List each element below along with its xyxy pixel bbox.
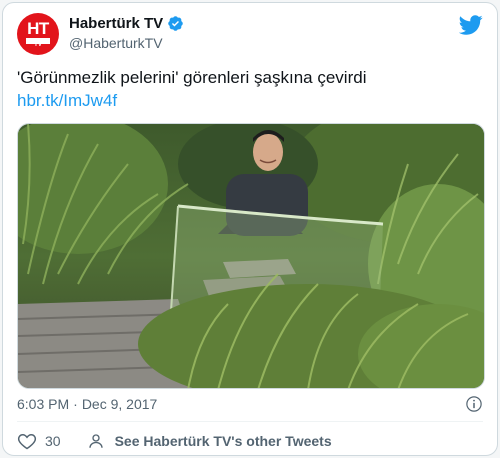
like-button[interactable]: 30	[17, 431, 61, 451]
media-photo	[18, 124, 484, 388]
tweet-date: Dec 9, 2017	[81, 396, 158, 412]
twitter-bird-icon[interactable]	[459, 13, 483, 37]
see-other-tweets-link[interactable]: See Habertürk TV's other Tweets	[87, 432, 332, 450]
tweet-media-image[interactable]	[17, 123, 485, 389]
verified-badge-icon	[168, 16, 183, 31]
person-icon	[88, 434, 103, 448]
avatar[interactable]: HT TV	[17, 13, 59, 55]
tweet-card: HT TV Habertürk TV @HaberturkTV 'Görünme…	[2, 2, 498, 456]
heart-icon	[17, 433, 37, 450]
divider	[17, 421, 483, 422]
tweet-header: HT TV Habertürk TV @HaberturkTV	[17, 13, 483, 57]
info-icon[interactable]	[465, 395, 483, 413]
tweet-actions: 30 See Habertürk TV's other Tweets	[17, 431, 332, 451]
tweet-link[interactable]: hbr.tk/ImJw4f	[17, 91, 117, 111]
tweet-timestamp[interactable]: 6:03 PM · Dec 9, 2017	[17, 396, 157, 412]
like-count: 30	[45, 433, 61, 449]
author-handle[interactable]: @HaberturkTV	[69, 35, 163, 51]
timestamp-separator: ·	[73, 396, 78, 412]
avatar-logo-text: HT	[27, 19, 49, 38]
author-display-name[interactable]: Habertürk TV	[69, 15, 163, 32]
avatar-logo-subtext: TV	[34, 42, 42, 48]
author-name-row[interactable]: Habertürk TV	[69, 15, 184, 32]
tweet-time: 6:03 PM	[17, 396, 70, 412]
tweet-text: 'Görünmezlik pelerini' görenleri şaşkına…	[17, 68, 367, 87]
see-other-tweets-label: See Habertürk TV's other Tweets	[114, 433, 332, 449]
